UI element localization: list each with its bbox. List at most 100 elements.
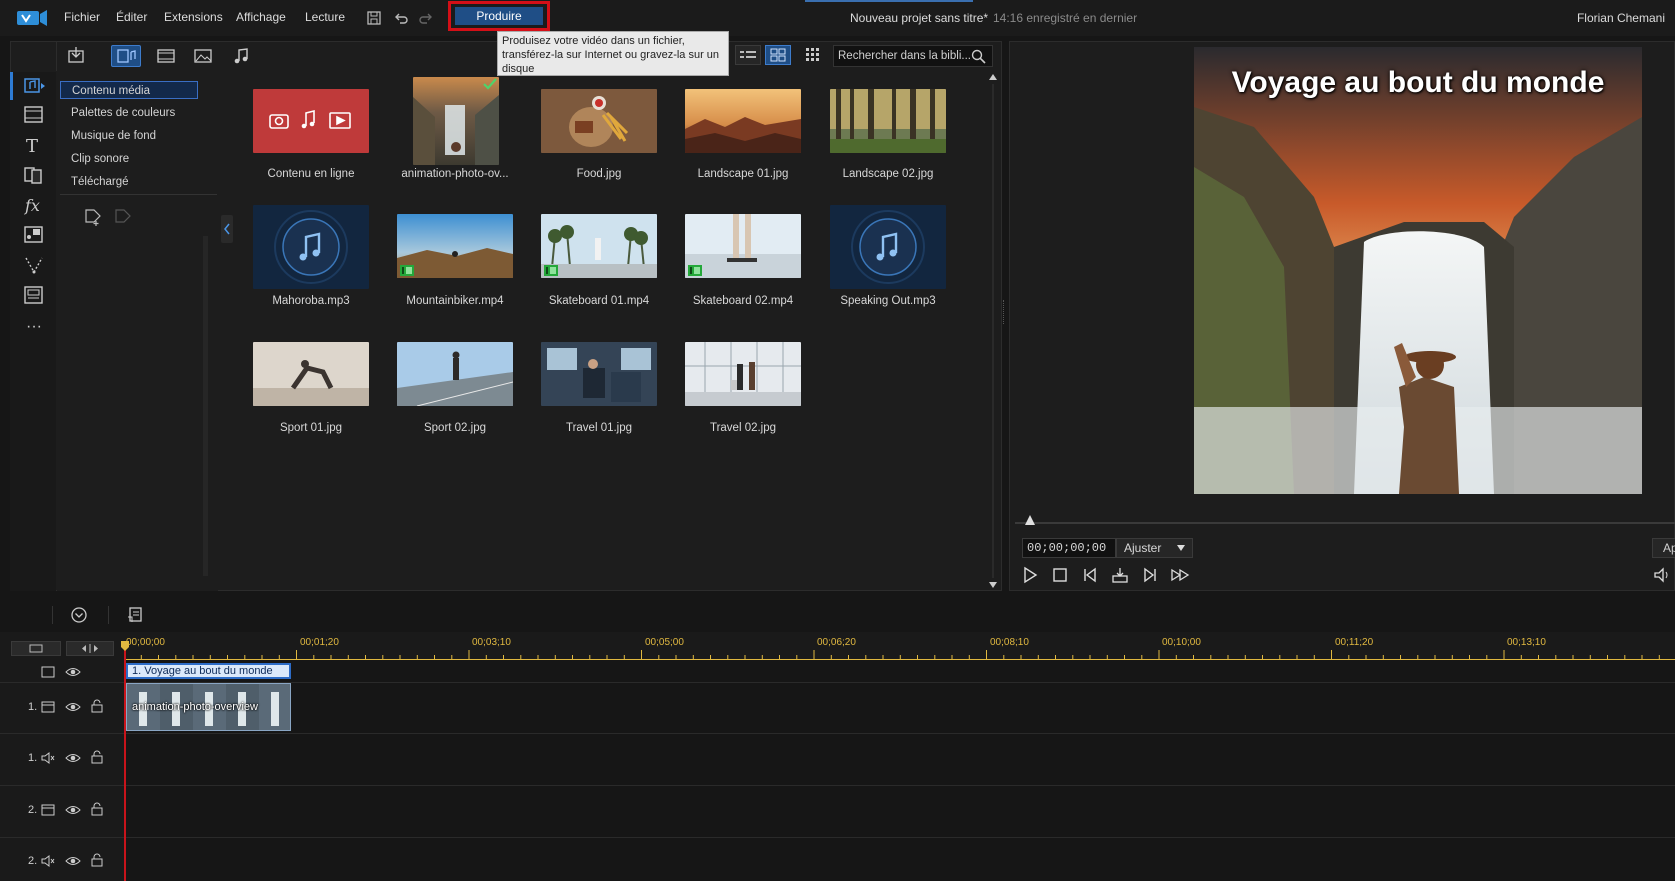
lock-icon[interactable] [89, 750, 105, 764]
tile-label: Sport 01.jpg [279, 422, 342, 434]
media-thumbnail[interactable] [685, 342, 801, 406]
category-color-boards[interactable]: Palettes de couleurs [70, 104, 194, 122]
stop-icon[interactable] [1050, 565, 1070, 585]
menu-playback[interactable]: Lecture [305, 10, 345, 24]
particle-room-icon[interactable] [22, 254, 46, 276]
snapshot-icon[interactable] [1110, 565, 1130, 585]
library-search-input[interactable]: Rechercher dans la bibli... [833, 45, 993, 67]
preview-scrubber-handle[interactable] [1024, 514, 1036, 526]
preview-extra-button[interactable]: Ap [1652, 538, 1675, 558]
playhead[interactable] [124, 648, 126, 881]
ruler-label: 00;05;00 [645, 637, 684, 648]
menu-designer-icon[interactable] [22, 284, 46, 306]
remove-tag-icon[interactable] [112, 207, 134, 227]
produce-button[interactable]: Produire [455, 7, 543, 25]
category-media-content[interactable]: Contenu média [60, 81, 198, 99]
video-badge-icon [400, 265, 414, 276]
more-rooms-icon[interactable]: ··· [22, 318, 46, 340]
lock-icon[interactable] [89, 699, 105, 713]
track-divider [0, 733, 1675, 734]
produce-tab-highlight: Produire [448, 1, 550, 31]
filter-video-button[interactable] [151, 45, 181, 67]
play-icon[interactable] [1020, 565, 1040, 585]
video-clip-label: animation-photo-overview [132, 701, 258, 713]
media-thumbnail[interactable] [413, 77, 499, 165]
menu-file[interactable]: Fichier [64, 10, 100, 24]
grid-size-icon[interactable] [805, 47, 821, 63]
filter-image-button[interactable] [188, 45, 218, 67]
media-thumbnail[interactable] [541, 89, 657, 153]
title-room-icon[interactable]: T [22, 134, 46, 156]
pip-room-icon[interactable] [22, 224, 46, 246]
track-number: 2. [28, 804, 38, 816]
ruler-label: 00;01;20 [300, 637, 339, 648]
save-icon[interactable] [365, 9, 383, 27]
media-room-icon[interactable] [22, 75, 46, 97]
storyboard-icon[interactable] [126, 606, 144, 624]
lock-icon[interactable] [89, 853, 105, 867]
undo-icon[interactable] [392, 9, 410, 27]
category-scrollbar[interactable] [203, 236, 208, 576]
ruler-label: 00;06;20 [817, 637, 856, 648]
media-thumbnail[interactable] [397, 342, 513, 406]
timecode-field[interactable]: 00;00;00;00 [1022, 538, 1116, 558]
room-active-indicator [10, 72, 13, 100]
tile-label: Contenu en ligne [267, 168, 355, 180]
tile-label: animation-photo-ov... [401, 168, 509, 180]
add-tag-icon[interactable] [82, 207, 104, 227]
timeline-options-icon[interactable] [70, 606, 88, 624]
preview-scrubber-track[interactable] [1015, 522, 1675, 524]
title-track-icon [40, 665, 56, 679]
menu-plugins[interactable]: Extensions [164, 10, 223, 24]
category-sound-clips[interactable]: Clip sonore [70, 150, 194, 168]
media-thumbnail[interactable] [830, 89, 946, 153]
fit-timeline-button[interactable] [66, 641, 114, 656]
playhead-handle[interactable] [121, 641, 129, 651]
volume-icon[interactable] [1652, 565, 1672, 585]
category-background-music[interactable]: Musique de fond [70, 127, 194, 145]
filter-audio-button[interactable] [226, 45, 256, 67]
library-scrollbar[interactable] [988, 72, 998, 592]
previous-frame-icon[interactable] [1080, 565, 1100, 585]
media-thumbnail[interactable] [541, 214, 657, 278]
chevron-down-icon[interactable] [1176, 544, 1186, 552]
film-room-icon[interactable] [22, 104, 46, 126]
user-name[interactable]: Florian Chemani [1577, 11, 1665, 25]
title-clip[interactable]: 1. Voyage au bout du monde [126, 663, 291, 679]
track-divider [0, 785, 1675, 786]
media-thumbnail[interactable] [253, 205, 369, 289]
search-icon[interactable] [971, 49, 986, 64]
produce-tooltip: Produisez votre vidéo dans un fichier, t… [497, 31, 729, 76]
thumbnail-view-button[interactable] [765, 45, 791, 65]
import-media-button[interactable] [61, 45, 91, 67]
toolbar-divider [52, 606, 53, 624]
filter-all-media-button[interactable] [111, 45, 141, 67]
media-thumbnail[interactable] [541, 342, 657, 406]
eye-icon[interactable] [65, 803, 81, 817]
redo-icon[interactable] [417, 9, 435, 27]
track-manager-button[interactable] [11, 641, 61, 656]
collapse-panel-button[interactable] [221, 215, 233, 243]
next-frame-icon[interactable] [1140, 565, 1160, 585]
eye-icon[interactable] [65, 854, 81, 868]
panel-splitter-vertical[interactable] [1003, 300, 1005, 324]
fast-forward-icon[interactable] [1170, 565, 1190, 585]
eye-icon[interactable] [65, 665, 81, 679]
transition-room-icon[interactable] [22, 164, 46, 186]
eye-icon[interactable] [65, 700, 81, 714]
menu-edit[interactable]: Éditer [116, 10, 147, 24]
category-downloaded[interactable]: Téléchargé [70, 173, 194, 191]
fx-room-icon[interactable]: fx [22, 194, 46, 216]
toolbar-separator [56, 41, 57, 71]
media-thumbnail[interactable] [685, 89, 801, 153]
details-view-button[interactable] [735, 45, 761, 65]
eye-icon[interactable] [65, 751, 81, 765]
media-thumbnail[interactable] [685, 214, 801, 278]
project-title: Nouveau projet sans titre* [850, 11, 989, 25]
media-thumbnail[interactable] [397, 214, 513, 278]
lock-icon[interactable] [89, 802, 105, 816]
online-content-tile[interactable] [253, 89, 369, 153]
media-thumbnail[interactable] [830, 205, 946, 289]
media-thumbnail[interactable] [253, 342, 369, 406]
menu-view[interactable]: Affichage [236, 10, 286, 24]
